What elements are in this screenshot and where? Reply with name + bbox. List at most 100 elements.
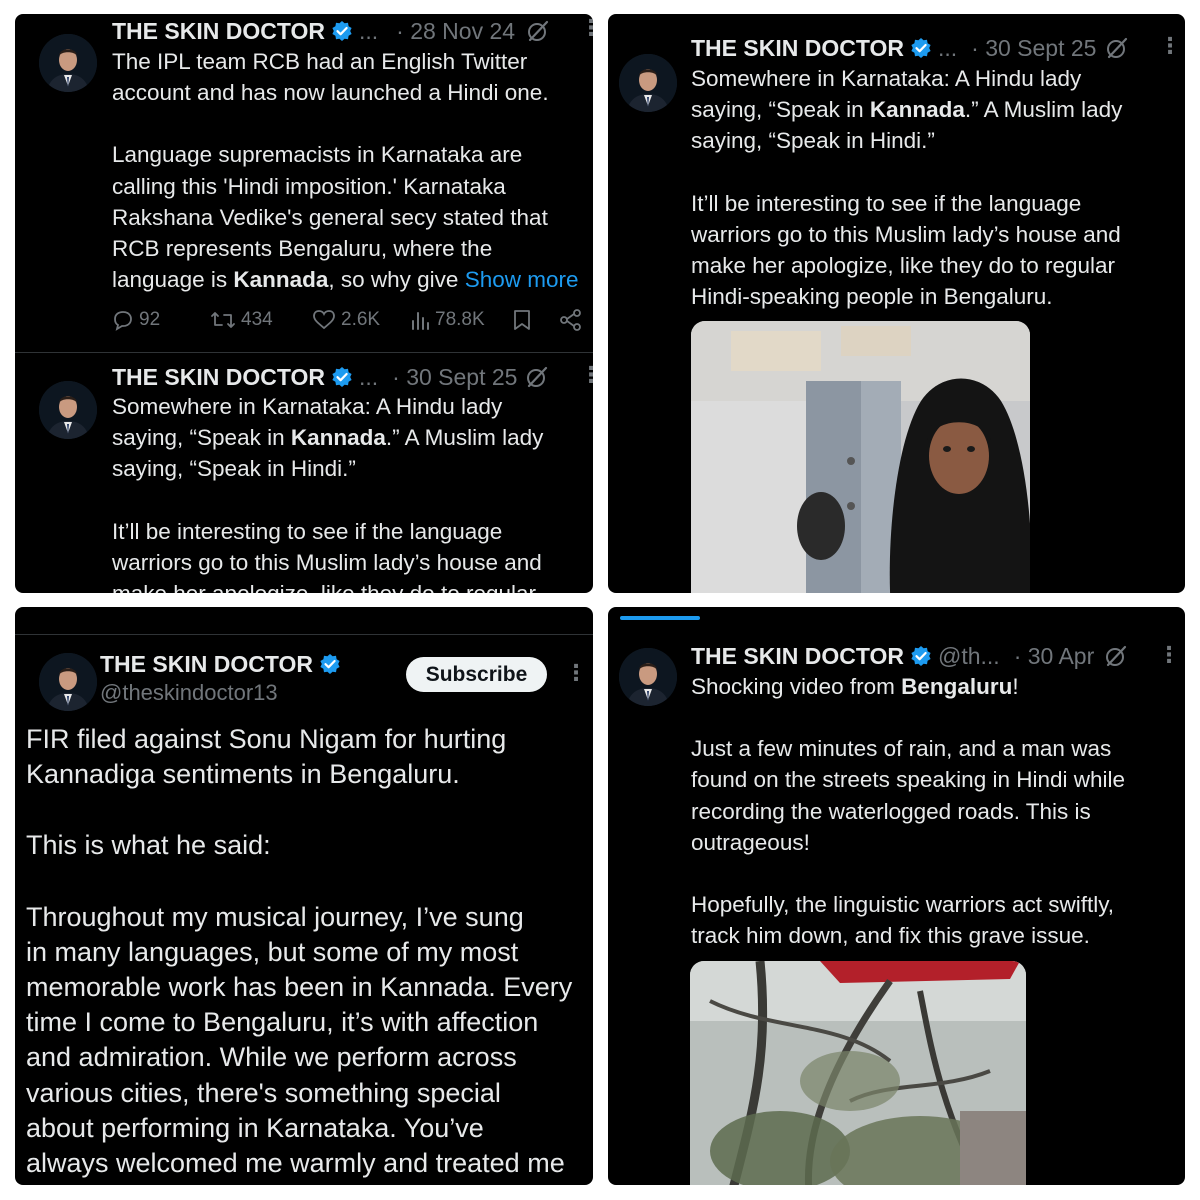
text-line: various cities, there's something specia… (26, 1077, 501, 1108)
text-line: It’ll be interesting to see if the langu… (112, 518, 503, 544)
text-line: warriors go to this Muslim lady’s house … (112, 549, 542, 575)
text-segment: .” A Muslim lady (385, 425, 544, 451)
author-handle[interactable]: ... (359, 364, 378, 391)
verified-badge-icon (910, 645, 932, 667)
text-line: found on the streets speaking in Hindi w… (691, 767, 1126, 793)
avatar[interactable] (39, 653, 97, 711)
author-name[interactable]: THE SKIN DOCTOR (112, 18, 325, 45)
text-line: memorable work has been in Kannada. Ever… (26, 972, 573, 1003)
text-line: language is Kannada, so why give Show mo… (112, 264, 592, 295)
bookmark-button[interactable] (512, 309, 532, 331)
tweet-text: Somewhere in Karnataka: A Hindu lady sayi… (112, 391, 592, 593)
text-line: saying, “Speak in Hindi.” (112, 456, 356, 482)
panel-top-left: THE SKIN DOCTOR ... · 28 Nov 24 ⋮ The IP… (15, 14, 593, 593)
text-line: saying, “Speak in Hindi.” (691, 128, 935, 154)
text-line: This is what he said: (26, 830, 271, 861)
text-line: Rakshana Vedike's general secy stated th… (112, 204, 548, 230)
subscribe-button[interactable]: Subscribe (406, 657, 547, 692)
more-options-icon[interactable]: ⋮ (1158, 644, 1180, 666)
text-line: track him down, and fix this grave issue… (691, 923, 1090, 949)
repost-count: 434 (241, 309, 273, 330)
text-line: in many languages, but some of my most (26, 936, 519, 967)
tweet-header: THE SKIN DOCTOR @th... · 30 Apr (691, 639, 1094, 673)
author-handle[interactable]: ... (938, 35, 957, 62)
author-handle[interactable]: ... (359, 18, 378, 45)
tweet-text: FIR filed against Sonu Nigam for hurting… (26, 722, 586, 1181)
views-button[interactable]: 78.8K (410, 309, 485, 331)
video-frame-image (691, 321, 1030, 593)
more-options-icon[interactable]: ⋮ (565, 662, 587, 684)
repost-button[interactable]: 434 (210, 309, 273, 331)
tweet-text: Somewhere in Karnataka: A Hindu lady sayi… (691, 63, 1171, 312)
grok-icon[interactable] (1105, 36, 1129, 60)
video-thumbnail[interactable] (691, 321, 1030, 593)
video-frame-image (690, 961, 1026, 1185)
tweet-time[interactable]: · 30 Sept 25 (971, 35, 1096, 62)
grok-icon[interactable] (525, 365, 549, 389)
tweet-card[interactable]: THE SKIN DOCTOR ... · 28 Nov 24 ⋮ The IP… (15, 14, 593, 354)
text-line: account and has now launched a Hindi one… (112, 80, 549, 106)
author-name[interactable]: THE SKIN DOCTOR (112, 364, 325, 391)
tweet-text: The IPL team RCB had an English Twitter a… (112, 46, 592, 295)
more-options-icon[interactable]: ⋮ (580, 364, 593, 386)
reply-button[interactable]: 92 (112, 309, 160, 331)
text-line: saying, “Speak in Kannada.” A Muslim lad… (112, 422, 592, 453)
text-line: Hopefully, the linguistic warriors act s… (691, 892, 1115, 918)
author-handle[interactable]: @theskindoctor13 (100, 680, 278, 706)
text-line: recording the waterlogged roads. This is (691, 798, 1091, 824)
text-line: and admiration. While we perform across (26, 1042, 517, 1073)
verified-badge-icon (331, 366, 353, 388)
author-name[interactable]: THE SKIN DOCTOR (691, 643, 904, 670)
show-more-link[interactable]: Show more (465, 267, 579, 292)
action-bar: 92 434 2.6K 78.8K (112, 309, 592, 339)
avatar[interactable] (39, 381, 97, 439)
avatar[interactable] (619, 54, 677, 112)
verified-badge-icon (319, 653, 341, 675)
views-count: 78.8K (435, 309, 485, 330)
tweet-time[interactable]: · 28 Nov 24 (396, 18, 515, 45)
avatar[interactable] (39, 34, 97, 92)
like-count: 2.6K (341, 309, 381, 330)
text-line: Somewhere in Karnataka: A Hindu lady (112, 394, 503, 419)
author-name[interactable]: THE SKIN DOCTOR (100, 651, 313, 678)
text-segment: language is (112, 267, 234, 293)
more-options-icon[interactable]: ⋮ (1159, 35, 1181, 57)
grok-icon[interactable] (526, 19, 550, 43)
more-options-icon[interactable]: ⋮ (580, 17, 593, 39)
text-line: Shocking video from Bengaluru! (691, 671, 1171, 702)
text-bold: Kannada (233, 267, 329, 293)
text-line: It’ll be interesting to see if the langu… (691, 190, 1082, 216)
text-bold: Kannada (869, 97, 965, 123)
avatar[interactable] (619, 648, 677, 706)
bookmark-icon (514, 310, 530, 330)
views-icon (412, 312, 429, 330)
video-thumbnail[interactable] (690, 961, 1026, 1185)
reply-icon (114, 311, 132, 331)
like-button[interactable]: 2.6K (312, 309, 380, 331)
text-line: about performing in Karnataka. You’ve (26, 1112, 484, 1143)
text-segment: Shocking video from (691, 674, 902, 699)
tweet-header: THE SKIN DOCTOR ... · 30 Sept 25 (112, 360, 517, 394)
text-line: outrageous! (691, 829, 810, 855)
author-handle[interactable]: @th... (938, 643, 1000, 670)
text-line: Language supremacists in Karnataka are (112, 142, 523, 168)
text-line: Somewhere in Karnataka: A Hindu lady (691, 66, 1082, 91)
author-name[interactable]: THE SKIN DOCTOR (691, 35, 904, 62)
tweet-card[interactable]: THE SKIN DOCTOR ... · 30 Sept 25 ⋮ Somew… (15, 353, 593, 593)
text-line: warriors go to this Muslim lady’s house … (691, 221, 1121, 247)
text-line: The IPL team RCB had an English Twitter (112, 49, 528, 74)
like-icon (313, 310, 335, 330)
tweet-text: Shocking video from Bengaluru! Just a few… (691, 671, 1171, 951)
tweet-card[interactable]: THE SKIN DOCTOR @th... · 30 Apr ⋮ Shocki… (608, 607, 1185, 1185)
text-segment: saying, “Speak in (691, 97, 870, 123)
tweet-card[interactable]: THE SKIN DOCTOR ... · 30 Sept 25 ⋮ Somew… (608, 14, 1185, 593)
share-button[interactable] (559, 309, 583, 331)
panel-bottom-right: THE SKIN DOCTOR @th... · 30 Apr ⋮ Shocki… (608, 607, 1185, 1185)
text-line: make her apologize, like they do to regu… (112, 578, 592, 593)
tweet-header: THE SKIN DOCTOR ... · 28 Nov 24 (112, 14, 515, 48)
tweet-detail: THE SKIN DOCTOR @theskindoctor13 Subscri… (15, 635, 593, 1185)
grok-icon[interactable] (1104, 644, 1128, 668)
tweet-time[interactable]: · 30 Apr (1014, 643, 1095, 670)
reply-count: 92 (139, 309, 161, 330)
tweet-time[interactable]: · 30 Sept 25 (392, 364, 517, 391)
